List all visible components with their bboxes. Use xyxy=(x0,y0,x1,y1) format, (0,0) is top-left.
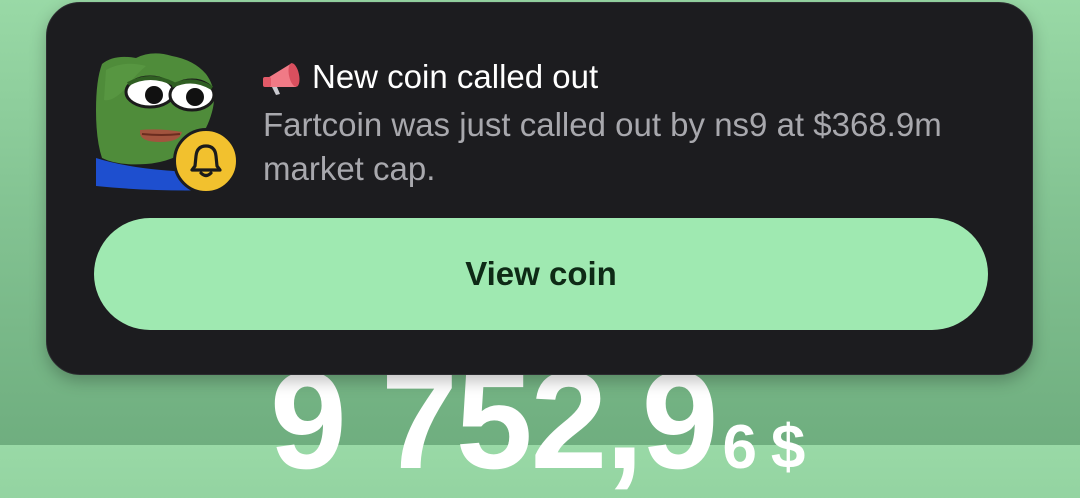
bell-icon xyxy=(173,128,239,194)
balance-currency: $ xyxy=(770,413,806,482)
notification-card[interactable]: New coin called out Fartcoin was just ca… xyxy=(46,2,1033,375)
view-coin-button[interactable]: View coin xyxy=(94,218,988,330)
balance-cents: 6 xyxy=(722,413,757,482)
notification-title: New coin called out xyxy=(312,58,599,95)
notification-title-row: New coin called out xyxy=(262,57,598,97)
megaphone-icon xyxy=(262,57,304,97)
notification-body: Fartcoin was just called out by ns9 at $… xyxy=(263,106,942,187)
